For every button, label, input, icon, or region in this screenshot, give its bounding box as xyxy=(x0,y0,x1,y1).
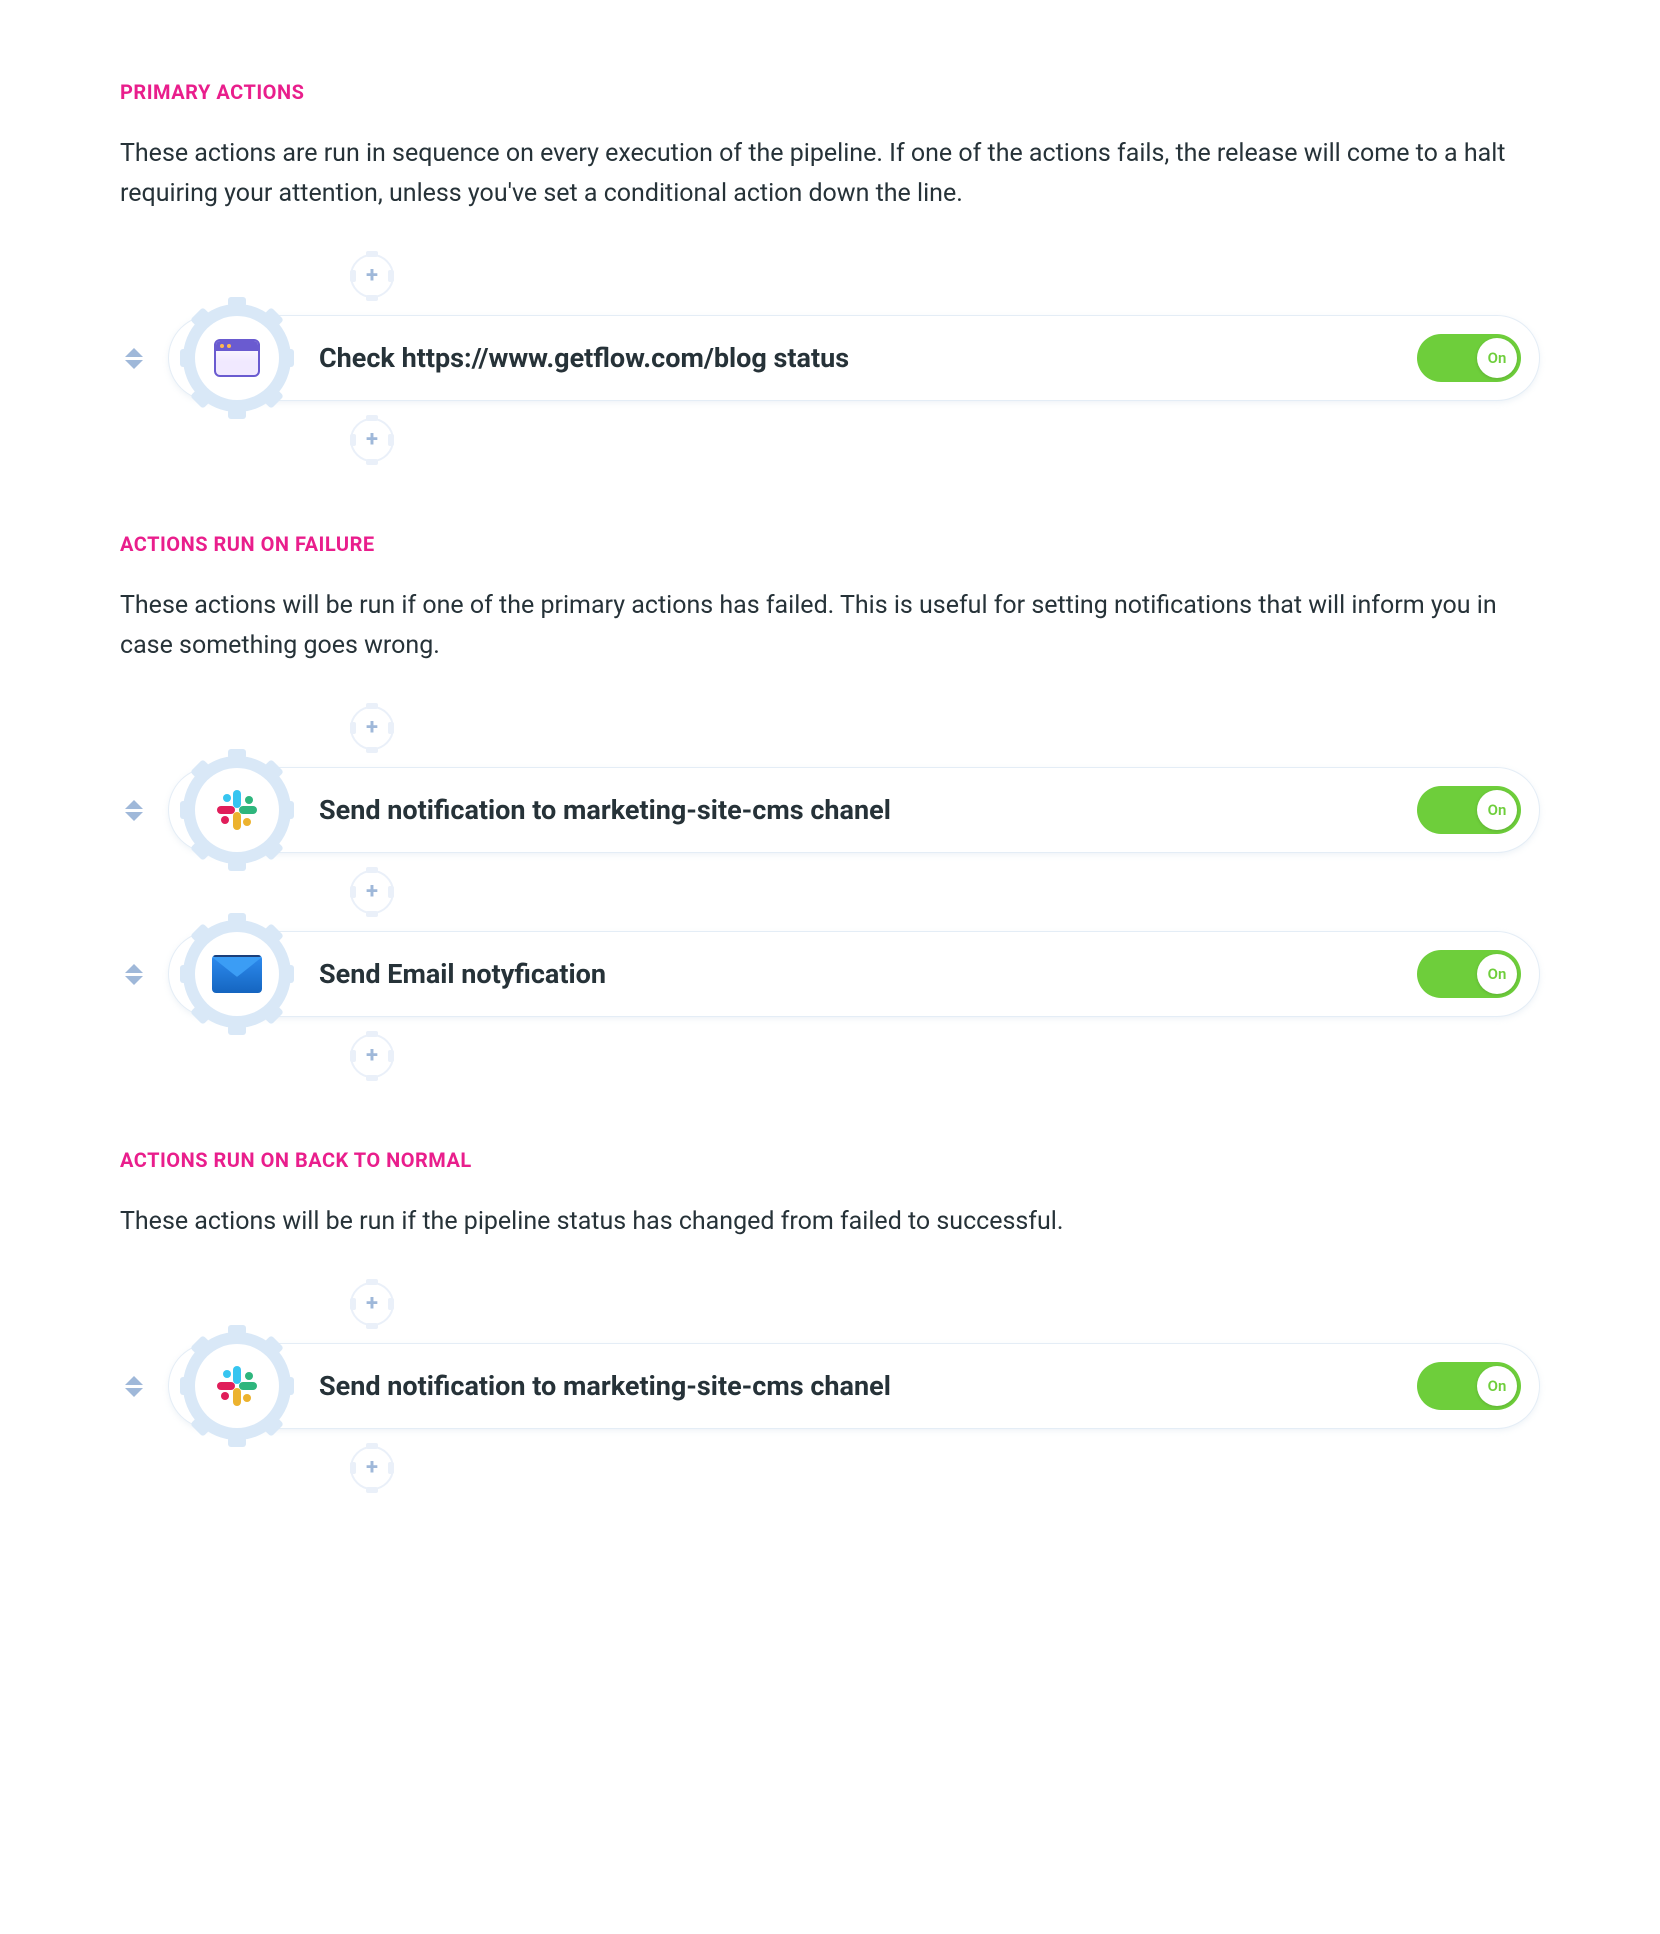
action-title: Send notification to marketing-site-cms … xyxy=(319,1370,1417,1402)
action-icon-gear xyxy=(183,304,291,412)
action-icon-gear xyxy=(183,1332,291,1440)
toggle-switch[interactable]: On xyxy=(1417,950,1521,998)
section-heading: ACTIONS RUN ON BACK TO NORMAL xyxy=(120,1148,1540,1172)
action-row: Send Email notyfication On xyxy=(120,926,1540,1022)
drag-handle-icon[interactable] xyxy=(120,964,148,985)
plus-icon: + xyxy=(366,717,378,739)
action-row: Send notification to marketing-site-cms … xyxy=(120,1338,1540,1434)
action-icon-gear xyxy=(183,756,291,864)
section-description: These actions will be run if the pipelin… xyxy=(120,1202,1520,1242)
toggle-label: On xyxy=(1477,1366,1517,1406)
action-row: Send notification to marketing-site-cms … xyxy=(120,762,1540,858)
add-action-button[interactable]: + xyxy=(350,418,394,462)
action-row: Check https://www.getflow.com/blog statu… xyxy=(120,310,1540,406)
add-action-button[interactable]: + xyxy=(350,1282,394,1326)
action-card[interactable]: Check https://www.getflow.com/blog statu… xyxy=(168,315,1540,401)
add-action-button[interactable]: + xyxy=(350,1034,394,1078)
normal-actions-section: ACTIONS RUN ON BACK TO NORMAL These acti… xyxy=(120,1148,1540,1490)
plus-icon: + xyxy=(366,265,378,287)
toggle-label: On xyxy=(1477,338,1517,378)
toggle-switch[interactable]: On xyxy=(1417,786,1521,834)
drag-handle-icon[interactable] xyxy=(120,1376,148,1397)
section-heading: PRIMARY ACTIONS xyxy=(120,80,1540,104)
actions-list: + xyxy=(120,1282,1540,1490)
section-description: These actions are run in sequence on eve… xyxy=(120,134,1520,214)
toggle-label: On xyxy=(1477,954,1517,994)
action-title: Check https://www.getflow.com/blog statu… xyxy=(319,342,1417,374)
plus-icon: + xyxy=(366,1045,378,1067)
drag-handle-icon[interactable] xyxy=(120,348,148,369)
plus-icon: + xyxy=(366,1457,378,1479)
slack-icon xyxy=(215,1364,259,1408)
action-card[interactable]: Send Email notyfication On xyxy=(168,931,1540,1017)
plus-icon: + xyxy=(366,881,378,903)
browser-icon xyxy=(214,339,260,377)
drag-handle-icon[interactable] xyxy=(120,800,148,821)
add-action-button[interactable]: + xyxy=(350,870,394,914)
add-action-button[interactable]: + xyxy=(350,1446,394,1490)
toggle-switch[interactable]: On xyxy=(1417,334,1521,382)
primary-actions-section: PRIMARY ACTIONS These actions are run in… xyxy=(120,80,1540,462)
add-action-button[interactable]: + xyxy=(350,706,394,750)
toggle-switch[interactable]: On xyxy=(1417,1362,1521,1410)
slack-icon xyxy=(215,788,259,832)
action-icon-gear xyxy=(183,920,291,1028)
failure-actions-section: ACTIONS RUN ON FAILURE These actions wil… xyxy=(120,532,1540,1078)
plus-icon: + xyxy=(366,429,378,451)
toggle-label: On xyxy=(1477,790,1517,830)
add-action-button[interactable]: + xyxy=(350,254,394,298)
plus-icon: + xyxy=(366,1293,378,1315)
action-title: Send Email notyfication xyxy=(319,958,1417,990)
action-title: Send notification to marketing-site-cms … xyxy=(319,794,1417,826)
section-description: These actions will be run if one of the … xyxy=(120,586,1520,666)
action-card[interactable]: Send notification to marketing-site-cms … xyxy=(168,1343,1540,1429)
actions-list: + Check https://www.getflow.com/blog sta… xyxy=(120,254,1540,462)
section-heading: ACTIONS RUN ON FAILURE xyxy=(120,532,1540,556)
actions-list: + xyxy=(120,706,1540,1078)
action-card[interactable]: Send notification to marketing-site-cms … xyxy=(168,767,1540,853)
email-icon xyxy=(212,955,262,993)
